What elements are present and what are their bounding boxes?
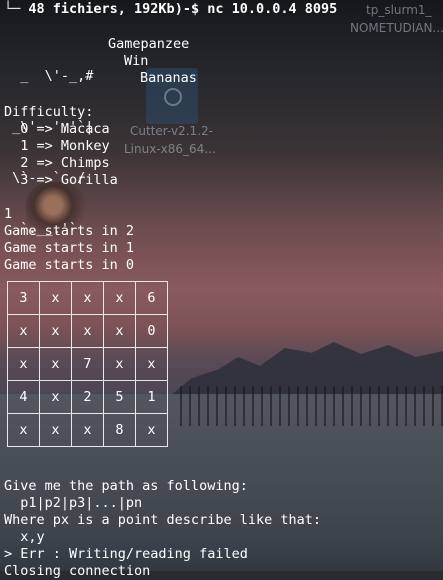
grid-cell: x: [103, 314, 136, 348]
grid-cell: x: [39, 380, 72, 414]
grid-cell: 0: [135, 314, 168, 348]
difficulty-option: 0 => Macaca: [4, 121, 110, 137]
countdown-line: Game starts in 1: [4, 240, 135, 256]
grid-cell: x: [39, 347, 72, 381]
banner-line: Bananas: [140, 70, 197, 86]
grid-cell: 4: [7, 380, 40, 414]
user-input: 1: [4, 206, 13, 222]
grid-cell: x: [135, 347, 168, 381]
instruction-line: Where px is a point describe like that:: [4, 512, 321, 528]
difficulty-option: 1 => Monkey: [4, 138, 110, 154]
instruction-line: p1|p2|p3|...|pn: [4, 495, 143, 511]
prompt-prefix: 48 fichiers, 192Kb)-$: [28, 1, 208, 17]
difficulty-title: Difficulty:: [4, 104, 94, 120]
instruction-line: x,y: [4, 529, 45, 545]
grid-row: x x 7 x x: [7, 347, 168, 381]
grid-row: 3 x x x 6: [7, 281, 168, 315]
grid-cell: 2: [71, 380, 104, 414]
grid-cell: x: [39, 413, 72, 447]
grid-cell: x: [71, 413, 104, 447]
grid-cell: 1: [135, 380, 168, 414]
difficulty-option: 2 => Chimps: [4, 155, 110, 171]
banner-line: Gamepanzee: [108, 36, 190, 52]
grid-cell: x: [135, 413, 168, 447]
grid-cell: x: [7, 347, 40, 381]
banner-line: Win: [124, 53, 149, 69]
grid-cell: x: [7, 314, 40, 348]
grid-cell: 7: [71, 347, 104, 381]
instruction-line: Give me the path as following:: [4, 478, 248, 494]
game-grid: 3 x x x 6 x x x x 0 x x 7 x x 4 x 2 5 1 …: [7, 281, 168, 447]
countdown-line: Game starts in 2: [4, 223, 135, 239]
countdown-line: Game starts in 0: [4, 257, 135, 273]
grid-row: x x x 8 x: [7, 413, 168, 447]
grid-cell: 5: [103, 380, 136, 414]
grid-cell: 8: [103, 413, 136, 447]
grid-cell: 3: [7, 281, 40, 315]
status-line: Closing connection: [4, 563, 151, 579]
grid-cell: x: [103, 281, 136, 315]
grid-cell: x: [7, 413, 40, 447]
grid-cell: x: [103, 347, 136, 381]
terminal-output[interactable]: └─ 48 fichiers, 192Kb)-$ nc 10.0.0.4 809…: [0, 0, 443, 579]
grid-cell: x: [71, 314, 104, 348]
grid-cell: x: [71, 281, 104, 315]
shell-prompt: └─ 48 fichiers, 192Kb)-$ nc 10.0.0.4 809…: [4, 1, 337, 18]
grid-cell: x: [39, 281, 72, 315]
difficulty-option: 3 => Gorilla: [4, 172, 118, 188]
prompt-corner-icon: └─: [4, 1, 29, 17]
prompt-command: nc 10.0.0.4 8095: [207, 1, 338, 17]
ascii-art-line: _ \'-_,#: [4, 68, 94, 84]
grid-row: x x x x 0: [7, 314, 168, 348]
error-line: > Err : Writing/reading failed: [4, 546, 248, 562]
grid-cell: x: [39, 314, 72, 348]
grid-cell: 6: [135, 281, 168, 315]
grid-row: 4 x 2 5 1: [7, 380, 168, 414]
